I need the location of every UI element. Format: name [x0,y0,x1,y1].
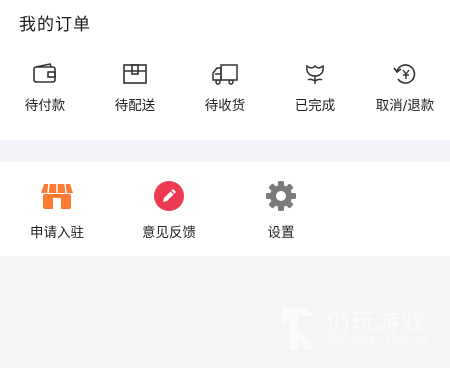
package-box-icon [123,64,147,84]
watermark-logo-icon [282,308,314,350]
services-section: 申请入驻 意见反馈 设置 [0,162,450,256]
apply-join-button[interactable]: 申请入驻 [12,181,102,241]
yen-refund-icon [393,64,416,84]
settings-label: 设置 [267,225,295,241]
feedback-button[interactable]: 意见反馈 [124,181,214,241]
settings-button[interactable]: 设置 [236,181,326,241]
order-completed[interactable]: 已完成 [270,62,360,114]
order-pending-payment-label: 待付款 [24,98,66,114]
watermark: 仍玩游戏 Rengwan Games [276,302,436,362]
watermark-brand-cn: 仍玩游戏 [326,308,426,336]
order-cancel-refund-label: 取消/退款 [375,98,435,114]
feedback-label: 意见反馈 [142,225,196,241]
watermark-brand-en: Rengwan Games [328,333,429,347]
gear-icon [264,181,298,211]
pencil-icon [152,181,186,211]
my-orders-section: 我的订单 待付款 待配送 待收货 已完成 取消/退款 [0,0,450,140]
order-pending-delivery-label: 待配送 [114,98,156,114]
order-cancel-refund[interactable]: 取消/退款 [360,62,450,114]
order-pending-payment[interactable]: 待付款 [0,62,90,114]
shop-icon [40,181,74,211]
delivery-truck-icon [212,64,238,85]
section-divider [0,140,450,162]
my-orders-title: 我的订单 [19,15,91,35]
apply-join-label: 申请入驻 [30,225,84,241]
order-pending-receipt-label: 待收货 [204,98,246,114]
order-completed-label: 已完成 [294,98,336,114]
order-pending-delivery[interactable]: 待配送 [90,62,180,114]
flower-icon [306,64,324,84]
order-pending-receipt[interactable]: 待收货 [180,62,270,114]
wallet-icon [33,63,56,83]
